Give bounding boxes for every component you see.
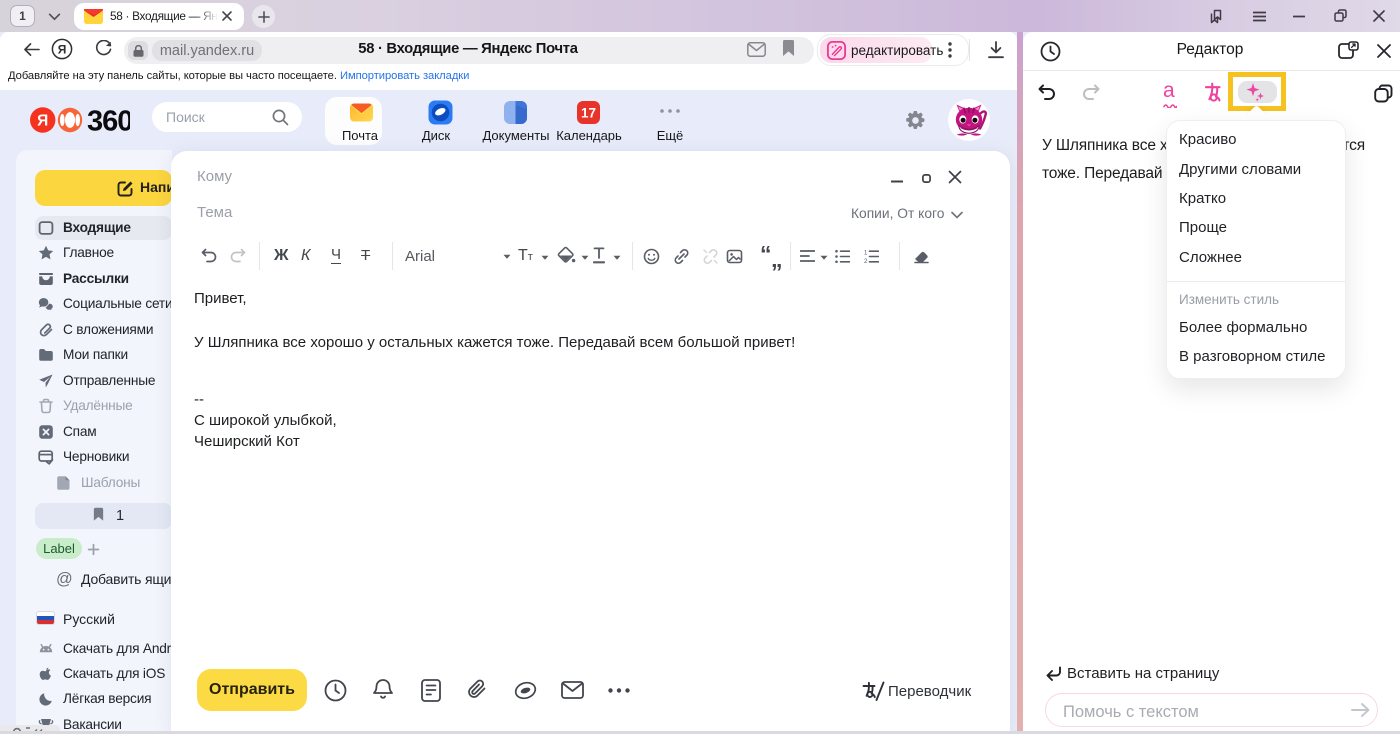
svg-text:1: 1 [864, 251, 868, 257]
svg-text:Я: Я [37, 113, 48, 130]
svg-text:17: 17 [581, 106, 596, 121]
svg-text:2: 2 [864, 259, 868, 263]
svg-text:Я: Я [58, 42, 67, 56]
svg-text:360: 360 [87, 106, 130, 134]
